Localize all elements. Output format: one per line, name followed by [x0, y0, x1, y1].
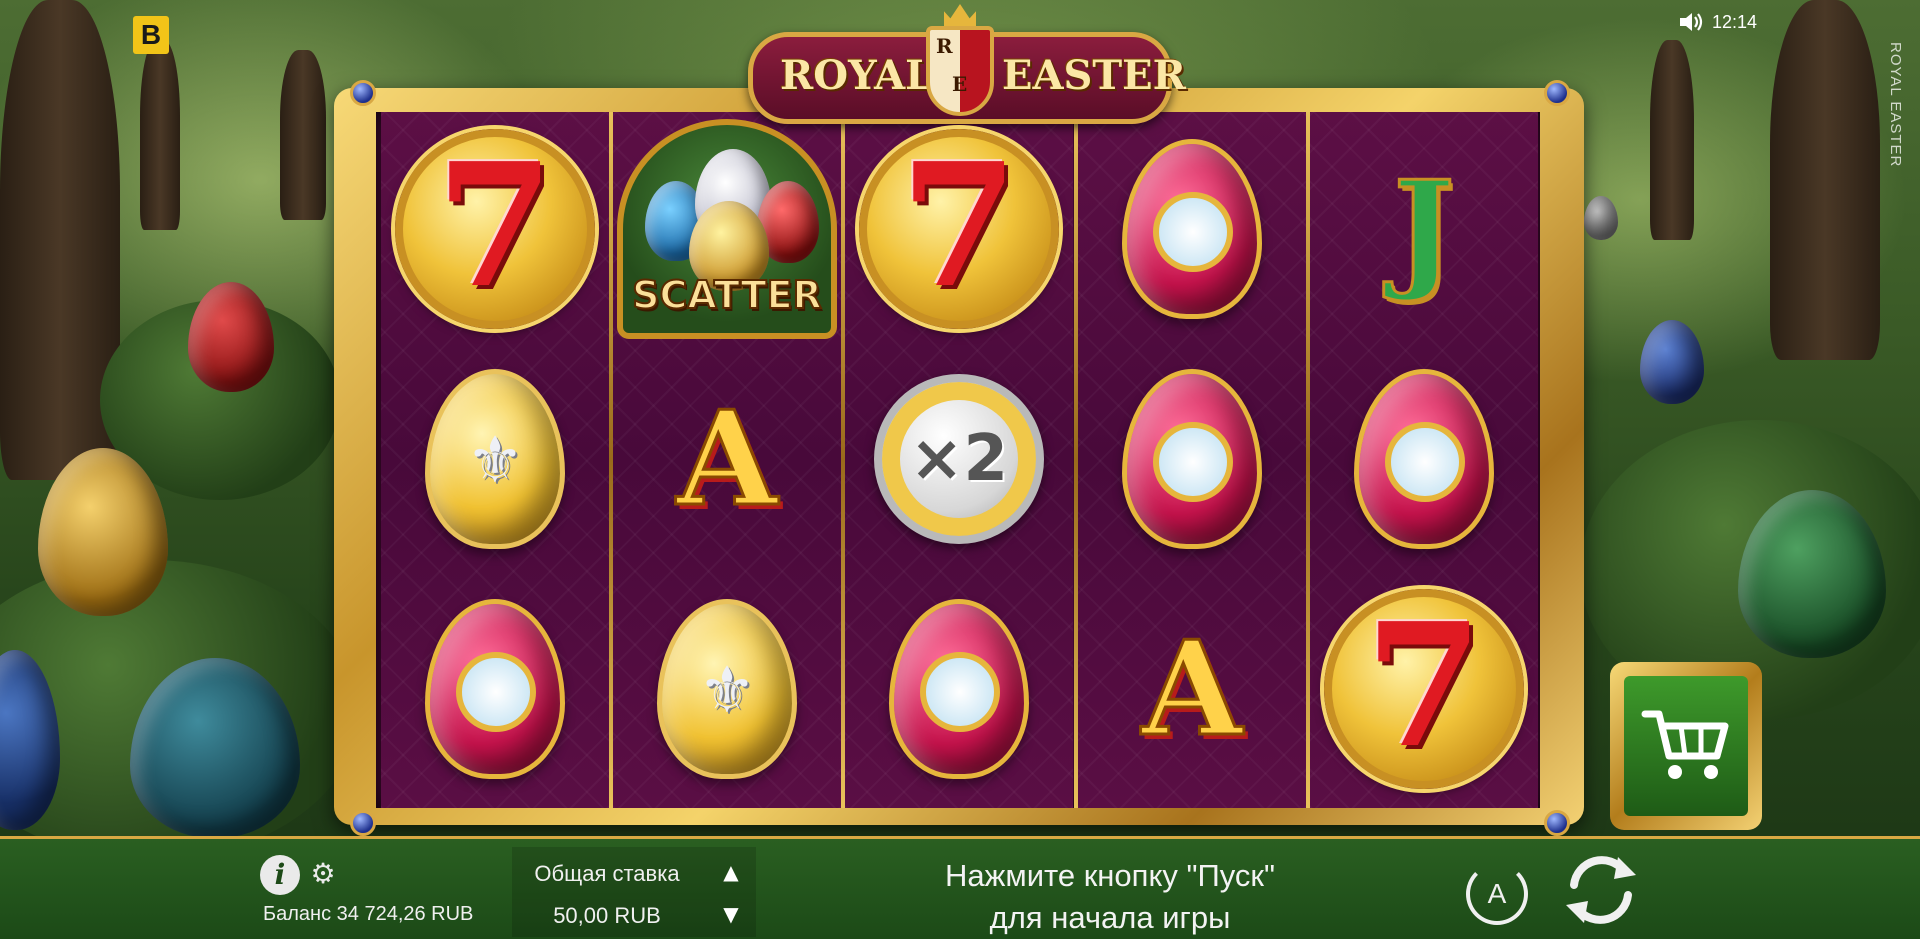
bet-panel: Общая ставка 50,00 RUB ▲ ▼ — [512, 847, 756, 937]
x2-label: ×2 — [909, 422, 1009, 496]
clock-face-icon — [456, 652, 536, 732]
scatter-label: SCATTER — [631, 272, 823, 318]
status-message-line-1: Нажмите кнопку "Пуск" — [945, 858, 1275, 893]
brand-badge: B — [133, 16, 169, 54]
seven-medallion: 7 — [395, 129, 595, 329]
gold-egg-icon: ⚜ — [657, 599, 797, 779]
balance-display: Баланс 34 724,26 RUB — [263, 903, 474, 925]
symbol-letter-a: A — [1078, 576, 1306, 802]
clock-egg-icon — [1122, 139, 1262, 319]
symbol-clock-egg — [1310, 346, 1538, 572]
shield-letter-top: R — [936, 34, 953, 58]
symbol-scatter: SCATTER — [613, 116, 841, 342]
fleur-de-lis-icon: ⚜ — [698, 654, 756, 728]
symbol-clock-egg — [1078, 116, 1306, 342]
spin-icon — [1566, 856, 1636, 924]
clock-egg-icon — [425, 599, 565, 779]
gear-icon: ⚙ — [310, 857, 336, 890]
symbol-gold-egg: ⚜ — [381, 346, 609, 572]
bet-increase-button[interactable]: ▲ — [718, 859, 744, 885]
letter-a-label: A — [1140, 612, 1244, 765]
symbol-letter-j: J — [1310, 116, 1538, 342]
clock-egg-icon — [1122, 369, 1262, 549]
decorative-egg — [1584, 196, 1618, 240]
total-bet-value: 50,00 RUB — [553, 903, 661, 928]
total-bet-label: Общая ставка — [534, 861, 680, 886]
letter-j-label: J — [1392, 152, 1456, 305]
background-tree — [140, 40, 180, 230]
background-tree — [1650, 40, 1694, 240]
frame-gem — [350, 810, 376, 836]
decorative-egg — [188, 282, 274, 392]
clock-face-icon — [920, 652, 1000, 732]
logo-word-left: ROYAL — [780, 52, 934, 99]
bet-decrease-button[interactable]: ▼ — [718, 901, 744, 927]
status-message-line-2: для начала игры — [989, 900, 1231, 935]
gold-egg-icon: ⚜ — [425, 369, 565, 549]
seven-label: 7 — [899, 126, 1019, 326]
logo-shield: R E — [926, 26, 994, 116]
clock-face-icon — [1385, 422, 1465, 502]
arrow-down-icon: ▼ — [723, 902, 739, 926]
game-stage: B 12:14 ROYAL EASTER ROYAL EASTER R E 7 — [0, 0, 1920, 939]
frame-gem — [1544, 80, 1570, 106]
status-area: 12:14 — [1678, 10, 1757, 34]
symbol-letter-a: A — [613, 346, 841, 572]
clock-egg-icon — [1354, 369, 1494, 549]
info-button[interactable]: i — [260, 855, 300, 895]
game-logo: ROYAL EASTER R E — [748, 4, 1186, 124]
seven-label: 7 — [1364, 586, 1484, 786]
clock-face-icon — [1153, 422, 1233, 502]
cart-icon — [1641, 710, 1729, 779]
background-tree — [1770, 0, 1880, 360]
frame-gem — [350, 80, 376, 106]
seven-medallion: 7 — [859, 129, 1059, 329]
arrow-up-icon: ▲ — [723, 860, 739, 884]
autoplay-button[interactable]: A — [1466, 863, 1528, 925]
speaker-icon[interactable] — [1678, 11, 1704, 33]
fleur-de-lis-icon: ⚜ — [466, 424, 524, 498]
clock-time: 12:14 — [1712, 11, 1758, 32]
game-side-title: ROYAL EASTER — [1887, 42, 1904, 168]
symbol-clock-egg — [1078, 346, 1306, 572]
crown-icon — [944, 4, 976, 28]
symbol-clock-egg — [381, 576, 609, 802]
symbol-seven: 7 — [1310, 576, 1538, 802]
symbol-x2-coin: ×2 — [845, 346, 1073, 572]
x2-coin-icon: ×2 — [874, 374, 1044, 544]
clock-face-icon — [1153, 192, 1233, 272]
shield-letter-bottom: E — [952, 72, 968, 96]
seven-label: 7 — [435, 126, 555, 326]
control-bar: i ⚙ Баланс 34 724,26 RUB Общая ставка 50… — [0, 836, 1920, 939]
decorative-egg — [1640, 320, 1704, 404]
letter-a-label: A — [675, 382, 779, 535]
buy-feature-button[interactable] — [1610, 662, 1762, 830]
settings-button[interactable]: ⚙ — [308, 859, 338, 889]
background-tree — [280, 50, 326, 220]
symbol-seven: 7 — [381, 116, 609, 342]
symbol-clock-egg — [845, 576, 1073, 802]
cart-button-face[interactable] — [1624, 676, 1748, 816]
seven-medallion: 7 — [1324, 589, 1524, 789]
symbol-seven: 7 — [845, 116, 1073, 342]
clock-egg-icon — [889, 599, 1029, 779]
status-message: Нажмите кнопку "Пуск" для начала игры — [760, 855, 1460, 939]
symbol-gold-egg: ⚜ — [613, 576, 841, 802]
spin-button[interactable] — [1556, 847, 1646, 937]
logo-word-right: EASTER — [1002, 52, 1186, 99]
frame-gem — [1544, 810, 1570, 836]
scatter-basket: SCATTER — [617, 119, 837, 339]
